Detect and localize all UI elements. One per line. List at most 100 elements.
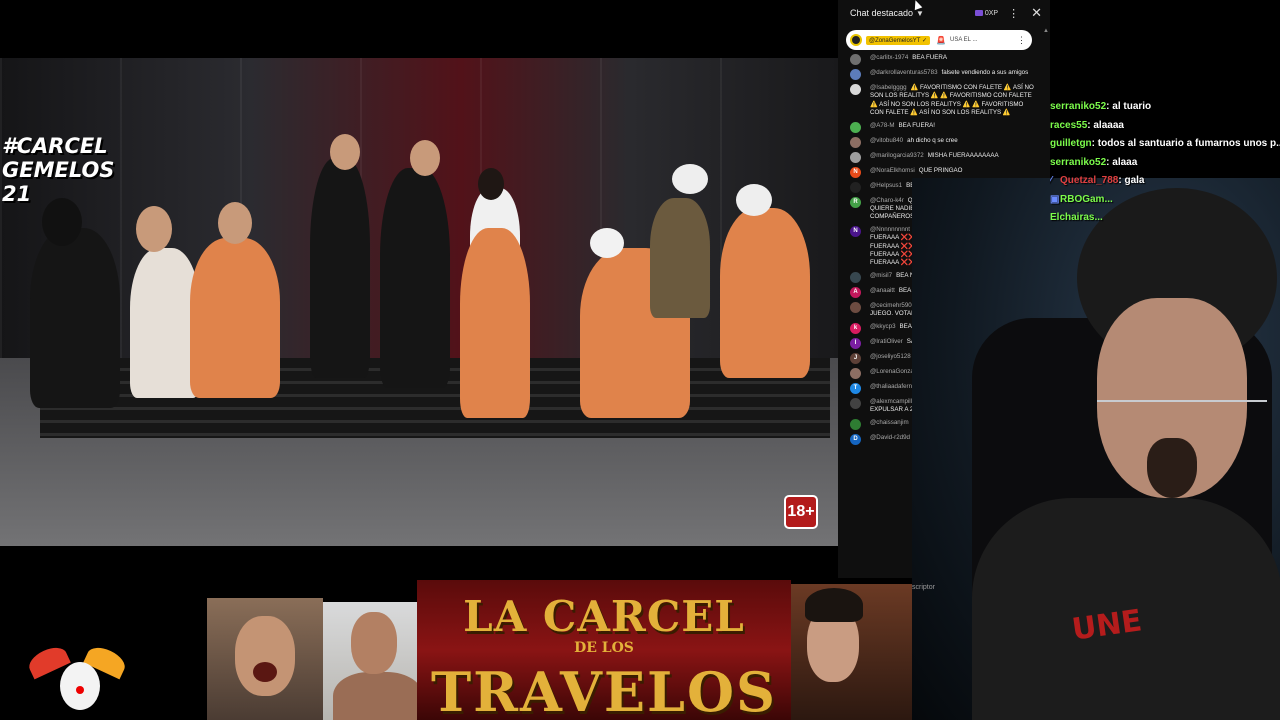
message-author[interactable]: @carlitx-1974 bbox=[870, 54, 908, 61]
stream-chat-line: serraniko52: alaaa bbox=[1050, 154, 1280, 173]
avatar[interactable]: I bbox=[850, 337, 861, 349]
xp-badge[interactable]: 0XP bbox=[974, 9, 999, 17]
message-body: @vitobu840 ah dicho q se cree bbox=[870, 137, 1036, 145]
avatar[interactable] bbox=[850, 181, 861, 193]
avatar[interactable] bbox=[850, 136, 861, 148]
stream-chat-user: RBOGam... bbox=[1060, 193, 1113, 205]
avatar[interactable] bbox=[850, 84, 861, 95]
avatar[interactable]: J bbox=[850, 352, 861, 364]
contestant-head bbox=[478, 168, 504, 200]
stream-chat-user: Elchairas... bbox=[1050, 212, 1103, 223]
contestant bbox=[30, 228, 120, 408]
avatar[interactable]: R bbox=[850, 196, 861, 208]
body bbox=[333, 672, 417, 720]
message-author[interactable]: @darkrollaventuras5783 bbox=[870, 69, 938, 76]
avatar[interactable]: k bbox=[850, 322, 861, 334]
contestant-head bbox=[136, 206, 172, 252]
avatar[interactable]: N bbox=[850, 225, 861, 237]
contestant-head bbox=[672, 164, 708, 194]
contestant bbox=[650, 198, 710, 318]
message-body: @darkrollaventuras5783 falsete vendiendo … bbox=[870, 69, 1036, 77]
avatar[interactable] bbox=[850, 121, 861, 133]
message-text: BEA FUERA! bbox=[898, 121, 935, 129]
clown-nose bbox=[76, 686, 84, 694]
message-body: @marilogarcia9372 MISHA FUERAAAAAAAA bbox=[870, 152, 1036, 160]
message-author[interactable]: @vitobu840 bbox=[870, 137, 903, 144]
poster-subtitle: DE LOS bbox=[574, 640, 634, 656]
more-options-icon[interactable]: ⋮ bbox=[1017, 35, 1026, 46]
avatar[interactable] bbox=[850, 69, 861, 80]
beard bbox=[1147, 438, 1197, 498]
chat-header: Chat destacado ▼ 0XP ⋮ ✕ bbox=[838, 0, 1050, 26]
clown-image bbox=[25, 642, 129, 720]
siren-icon: 🚨 bbox=[936, 35, 946, 45]
thumbnail-image bbox=[323, 602, 417, 720]
message-author[interactable]: @IratiOliver bbox=[870, 338, 903, 345]
avatar[interactable] bbox=[850, 151, 861, 163]
stream-chat-text: : todos al santuario a fumarnos unos p..… bbox=[1091, 138, 1280, 149]
contestant-head bbox=[410, 140, 440, 176]
message-author[interactable]: @chaissanjim bbox=[870, 419, 909, 426]
avatar[interactable] bbox=[850, 54, 861, 65]
stream-chat-user: Quetzal_788 bbox=[1060, 175, 1119, 186]
avatar[interactable]: N bbox=[850, 166, 861, 178]
message-author[interactable]: @Helpsus1 bbox=[870, 182, 902, 189]
chat-message[interactable]: @vitobu840 ah dicho q se cree bbox=[850, 136, 1036, 148]
main-video[interactable]: #CARCEL GEMELOS 21 18+ bbox=[0, 58, 838, 546]
avatar[interactable]: D bbox=[850, 433, 861, 445]
message-author[interactable]: @David-r2d9d bbox=[870, 434, 910, 441]
thumbnail-image bbox=[207, 598, 323, 720]
message-author[interactable]: @anaaitt bbox=[870, 287, 895, 294]
chat-message[interactable]: @marilogarcia9372 MISHA FUERAAAAAAAA bbox=[850, 151, 1036, 163]
face bbox=[235, 616, 295, 696]
avatar[interactable] bbox=[850, 397, 861, 409]
show-poster: LA CARCEL DE LOS TRAVELOS bbox=[417, 580, 791, 720]
message-body: @Isabelgggg ⚠️ FAVORITISMO CON FALETE ⚠️ … bbox=[870, 84, 1036, 118]
pinned-message[interactable]: @ZonaGemelosYT ✓ 🚨 USA EL ... ⋮ bbox=[846, 30, 1032, 50]
streamer-webcam: UNE bbox=[912, 178, 1280, 720]
age-rating-badge: 18+ bbox=[784, 495, 818, 529]
message-author[interactable]: @cecimehr590 bbox=[870, 302, 912, 309]
contestant bbox=[380, 168, 450, 388]
message-author[interactable]: @Charo-k4r bbox=[870, 197, 904, 204]
avatar[interactable] bbox=[850, 418, 861, 430]
thumbnail-strip: LA CARCEL DE LOS TRAVELOS bbox=[0, 578, 912, 720]
stream-chat-user: serraniko52 bbox=[1050, 101, 1107, 112]
contestant bbox=[460, 228, 530, 418]
stream-chat-line: serraniko52: al tuario bbox=[1050, 98, 1280, 117]
badge-icon: ⁄ bbox=[1050, 175, 1052, 186]
show-logo-line2: GEMELOS 21 bbox=[2, 158, 115, 206]
chat-message[interactable]: N @NoraElkhomsi QUE PRINGAO bbox=[850, 166, 1036, 178]
contestant bbox=[720, 208, 810, 378]
message-author[interactable]: @Nnnnnnnnnt bbox=[870, 226, 910, 233]
chat-message[interactable]: @darkrollaventuras5783 falsete vendiendo … bbox=[850, 69, 1036, 80]
message-author[interactable]: @A78-M bbox=[870, 122, 895, 129]
avatar[interactable] bbox=[850, 367, 861, 379]
message-author[interactable]: @marilogarcia9372 bbox=[870, 152, 924, 159]
more-options-icon[interactable]: ⋮ bbox=[1008, 7, 1019, 20]
avatar[interactable] bbox=[850, 301, 861, 313]
mouth bbox=[253, 662, 277, 682]
stream-chat-user: guilletgn bbox=[1050, 138, 1092, 149]
message-author[interactable]: @kkycp3 bbox=[870, 323, 896, 330]
contestant-head bbox=[590, 228, 624, 258]
scroll-up-icon[interactable]: ▲ bbox=[1043, 28, 1049, 34]
chevron-down-icon[interactable]: ▼ bbox=[916, 9, 924, 18]
stream-chat-text: : alaaa bbox=[1106, 156, 1138, 168]
xp-label: 0XP bbox=[984, 9, 999, 17]
chat-message[interactable]: @carlitx-1974 BEA FUERA bbox=[850, 54, 1036, 65]
close-icon[interactable]: ✕ bbox=[1031, 5, 1042, 21]
chat-message[interactable]: @A78-M BEA FUERA! bbox=[850, 121, 1036, 133]
message-author[interactable]: @joseliyo5128 bbox=[870, 353, 911, 360]
chat-message[interactable]: @Isabelgggg ⚠️ FAVORITISMO CON FALETE ⚠️ … bbox=[850, 84, 1036, 118]
stream-chat-text: : alaaaa bbox=[1087, 119, 1124, 131]
message-author[interactable]: @NoraElkhomsi bbox=[870, 167, 915, 174]
avatar[interactable]: T bbox=[850, 382, 861, 394]
avatar[interactable] bbox=[850, 271, 861, 283]
message-body: @carlitx-1974 BEA FUERA bbox=[870, 54, 1036, 62]
message-author[interactable]: @Isabelgggg bbox=[870, 84, 907, 91]
avatar[interactable]: A bbox=[850, 286, 861, 298]
message-author[interactable]: @misil7 bbox=[870, 272, 892, 279]
chat-mode-selector[interactable]: Chat destacado bbox=[850, 8, 913, 18]
stream-chat-line: ▣RBOGam... bbox=[1050, 191, 1280, 210]
